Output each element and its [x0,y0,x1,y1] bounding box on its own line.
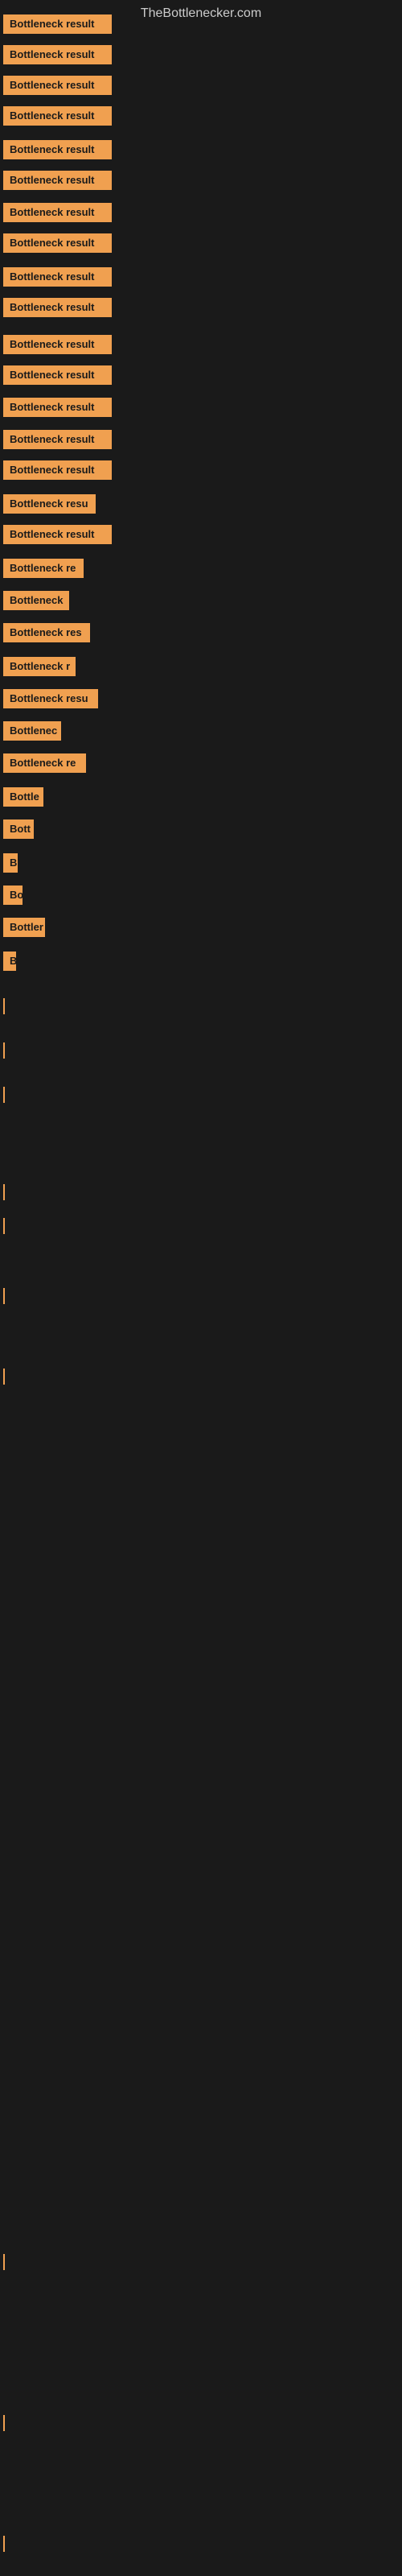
vertical-tick [3,2415,5,2431]
vertical-tick [3,998,5,1014]
bottleneck-bar: Bottleneck result [3,267,112,287]
bottleneck-bar: Bottleneck result [3,298,112,317]
bottleneck-bar: Bottleneck result [3,398,112,417]
vertical-tick [3,1368,5,1385]
vertical-tick [3,1184,5,1200]
bottleneck-bar: Bottle [3,787,43,807]
bottleneck-bar: B [3,952,16,971]
bottleneck-bar: Bottleneck result [3,171,112,190]
vertical-tick [3,1087,5,1103]
bottleneck-bar: Bottleneck result [3,335,112,354]
bottleneck-bar: Bottlenec [3,721,61,741]
bottleneck-bar: Bottleneck result [3,233,112,253]
bottleneck-bar: Bottleneck r [3,657,76,676]
bottleneck-bar: Bottleneck result [3,76,112,95]
bottleneck-bar: Bottleneck re [3,559,84,578]
vertical-tick [3,1218,5,1234]
bottleneck-bar: Bottleneck result [3,14,112,34]
bottleneck-bar: Bottleneck result [3,365,112,385]
vertical-tick [3,2536,5,2552]
bottleneck-bar: Bottleneck [3,591,69,610]
bottleneck-bar: Bottleneck result [3,460,112,480]
bottleneck-bar: Bottleneck result [3,140,112,159]
vertical-tick [3,2254,5,2270]
vertical-tick [3,1042,5,1059]
bottleneck-bar: B [3,853,18,873]
bottleneck-bar: Bo [3,886,23,905]
bottleneck-bar: Bottleneck result [3,203,112,222]
bottleneck-bar: Bottleneck result [3,525,112,544]
bottleneck-bar: Bottleneck re [3,753,86,773]
bottleneck-bar: Bottleneck resu [3,494,96,514]
bottleneck-bar: Bottleneck result [3,45,112,64]
bottleneck-bar: Bottler [3,918,45,937]
vertical-tick [3,1288,5,1304]
bottleneck-bar: Bott [3,819,34,839]
bottleneck-bar: Bottleneck resu [3,689,98,708]
bottleneck-bar: Bottleneck result [3,430,112,449]
bottleneck-bar: Bottleneck result [3,106,112,126]
bottleneck-bar: Bottleneck res [3,623,90,642]
